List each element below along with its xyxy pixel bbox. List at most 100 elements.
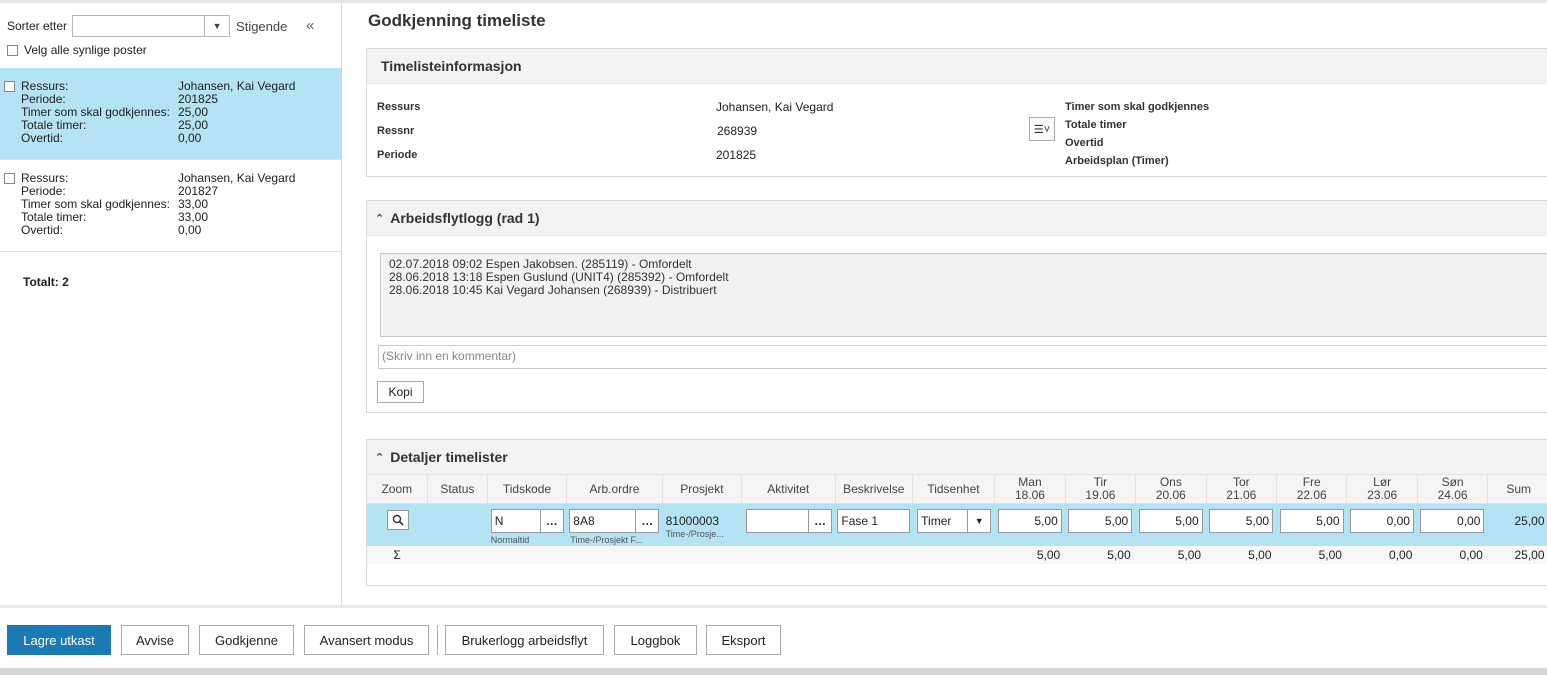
timesheet-list-panel: Sorter etter ▼ Stigende « Velg alle synl… xyxy=(0,3,342,605)
col-prosjekt[interactable]: Prosjekt xyxy=(662,475,742,504)
info-right-label: Timer som skal godkjennes xyxy=(1065,101,1210,113)
row-sum: 25,00 xyxy=(1514,514,1545,528)
col-sum[interactable]: Sum xyxy=(1487,475,1547,504)
details-table: Zoom Status Tidskode Arb.ordre Prosjekt … xyxy=(367,475,1547,564)
arbordre-input[interactable]: 8A8… xyxy=(569,509,660,533)
info-right-label: Arbeidsplan (Timer) xyxy=(1065,155,1169,167)
sum-value: 5,00 xyxy=(1135,546,1207,564)
lookup-button[interactable]: … xyxy=(808,510,831,532)
hours-input[interactable]: 5,00 xyxy=(997,509,1062,533)
list-icon: ☰˅ xyxy=(1033,123,1051,136)
logbook-button[interactable]: Loggbok xyxy=(614,625,697,655)
sum-value: 5,00 xyxy=(1276,546,1347,564)
prosjekt-desc: Time-/Prosje... xyxy=(665,529,724,539)
field-label: Overtid: xyxy=(21,223,64,237)
export-button[interactable]: Eksport xyxy=(706,625,781,655)
panel-title: Detaljer timelister xyxy=(390,449,508,465)
collapse-chevron-icon[interactable]: ⌃ xyxy=(375,212,384,225)
info-label: Ressnr xyxy=(377,125,415,137)
col-day[interactable]: Tir 19.06 xyxy=(1065,475,1137,504)
sum-value: 5,00 xyxy=(1065,546,1136,564)
bottom-border xyxy=(0,668,1547,675)
sort-dropdown[interactable]: ▼ xyxy=(72,15,231,37)
sum-total: 25,00 xyxy=(1487,546,1547,564)
prosjekt-value: 81000003 xyxy=(665,514,720,528)
advanced-mode-button[interactable]: Avansert modus xyxy=(304,625,429,655)
col-day[interactable]: Lør 23.06 xyxy=(1346,475,1418,504)
save-draft-button[interactable]: Lagre utkast xyxy=(7,625,111,655)
panel-title: Arbeidsflytlogg (rad 1) xyxy=(390,210,540,226)
list-item[interactable]: Ressurs: Periode: Timer som skal godkjen… xyxy=(0,160,341,252)
sum-value: 0,00 xyxy=(1417,546,1488,564)
field-value: 0,00 xyxy=(178,223,202,237)
col-tidskode[interactable]: Tidskode xyxy=(487,475,567,504)
col-beskrivelse[interactable]: Beskrivelse xyxy=(835,475,913,504)
hours-input[interactable]: 5,00 xyxy=(1138,509,1203,533)
page-title: Godkjenning timeliste xyxy=(368,11,546,30)
col-aktivitet[interactable]: Aktivitet xyxy=(741,475,836,504)
list-item-checkbox[interactable] xyxy=(4,173,15,184)
col-arbordre[interactable]: Arb.ordre xyxy=(566,475,664,504)
panel-header[interactable]: ⌃ Detaljer timelister xyxy=(367,440,1547,475)
sum-value: 5,00 xyxy=(994,546,1066,564)
tidskode-input[interactable]: N… xyxy=(490,509,564,533)
chevron-down-icon[interactable]: ▼ xyxy=(967,510,990,532)
comment-input[interactable]: (Skriv inn en kommentar) xyxy=(378,345,1547,369)
col-day[interactable]: Søn 24.06 xyxy=(1417,475,1489,504)
sort-direction-link[interactable]: Stigende xyxy=(236,19,287,34)
col-day[interactable]: Man 18.06 xyxy=(994,475,1066,504)
toolbar-separator xyxy=(437,625,438,655)
arbordre-desc: Time-/Prosjekt F... xyxy=(570,535,643,545)
list-item[interactable]: Ressurs: Periode: Timer som skal godkjen… xyxy=(0,68,341,160)
sum-value: 0,00 xyxy=(1346,546,1418,564)
workflow-log-panel: ⌃ Arbeidsflytlogg (rad 1) 02.07.2018 09:… xyxy=(366,200,1547,413)
select-all-checkbox[interactable] xyxy=(7,44,18,56)
user-log-workflow-button[interactable]: Brukerlogg arbeidsflyt xyxy=(445,625,604,655)
col-zoom[interactable]: Zoom xyxy=(367,475,428,504)
hours-input[interactable]: 0,00 xyxy=(1420,509,1485,533)
workflow-log: 02.07.2018 09:02 Espen Jakobsen. (285119… xyxy=(380,253,1547,337)
lookup-button[interactable]: … xyxy=(635,510,658,532)
col-tidsenhet[interactable]: Tidsenhet xyxy=(912,475,996,504)
hours-input[interactable]: 5,00 xyxy=(1209,509,1274,533)
list-total: Totalt: 2 xyxy=(23,275,69,289)
sum-value: 5,00 xyxy=(1206,546,1277,564)
select-all-row[interactable]: Velg alle synlige poster xyxy=(7,43,147,57)
log-entry: 28.06.2018 10:45 Kai Vegard Johansen (26… xyxy=(389,283,717,297)
info-value-ressnr: 268939 xyxy=(717,124,758,138)
copy-button[interactable]: Kopi xyxy=(377,381,424,403)
sum-row: Σ 5,00 5,00 5,00 5,00 5,00 0,00 0,00 25,… xyxy=(367,546,1547,564)
list-item-checkbox[interactable] xyxy=(4,81,15,92)
approve-button[interactable]: Godkjenne xyxy=(199,625,294,655)
hours-input[interactable]: 0,00 xyxy=(1349,509,1414,533)
sort-label: Sorter etter xyxy=(7,19,68,33)
timesheet-info-panel: Timelisteinformasjon Ressurs Ressnr Peri… xyxy=(366,48,1547,177)
beskrivelse-input[interactable]: Fase 1 xyxy=(837,509,911,533)
table-row[interactable]: N… Normaltid 8A8… Time-/Prosjekt F... 81… xyxy=(367,503,1547,546)
hours-input[interactable]: 5,00 xyxy=(1279,509,1344,533)
lookup-button[interactable]: … xyxy=(539,510,563,532)
tidsenhet-select[interactable]: Timer ▼ xyxy=(917,509,992,533)
field-value: 0,00 xyxy=(178,131,202,145)
panel-title: Timelisteinformasjon xyxy=(381,58,522,74)
reject-button[interactable]: Avvise xyxy=(121,625,189,655)
sort-bar: Sorter etter ▼ Stigende xyxy=(7,13,287,39)
col-status[interactable]: Status xyxy=(427,475,489,504)
info-label: Periode xyxy=(377,149,418,161)
action-toolbar: Lagre utkast Avvise Godkjenne Avansert m… xyxy=(0,605,1547,675)
magnifier-icon xyxy=(392,514,404,526)
field-label: Overtid: xyxy=(21,131,64,145)
chevron-down-icon[interactable]: ▼ xyxy=(204,16,229,36)
col-day[interactable]: Fre 22.06 xyxy=(1276,475,1348,504)
hours-input[interactable]: 5,00 xyxy=(1068,509,1133,533)
collapse-chevron-icon[interactable]: ⌃ xyxy=(375,451,384,464)
select-all-label: Velg alle synlige poster xyxy=(24,43,147,57)
col-day[interactable]: Tor 21.06 xyxy=(1206,475,1278,504)
col-day[interactable]: Ons 20.06 xyxy=(1135,475,1207,504)
zoom-button[interactable] xyxy=(387,510,409,530)
list-menu-button[interactable]: ☰˅ xyxy=(1029,117,1055,141)
collapse-panel-icon[interactable]: « xyxy=(306,17,314,34)
aktivitet-input[interactable]: … xyxy=(746,509,833,533)
panel-header[interactable]: ⌃ Arbeidsflytlogg (rad 1) xyxy=(367,201,1547,236)
info-right-label: Overtid xyxy=(1065,137,1104,149)
